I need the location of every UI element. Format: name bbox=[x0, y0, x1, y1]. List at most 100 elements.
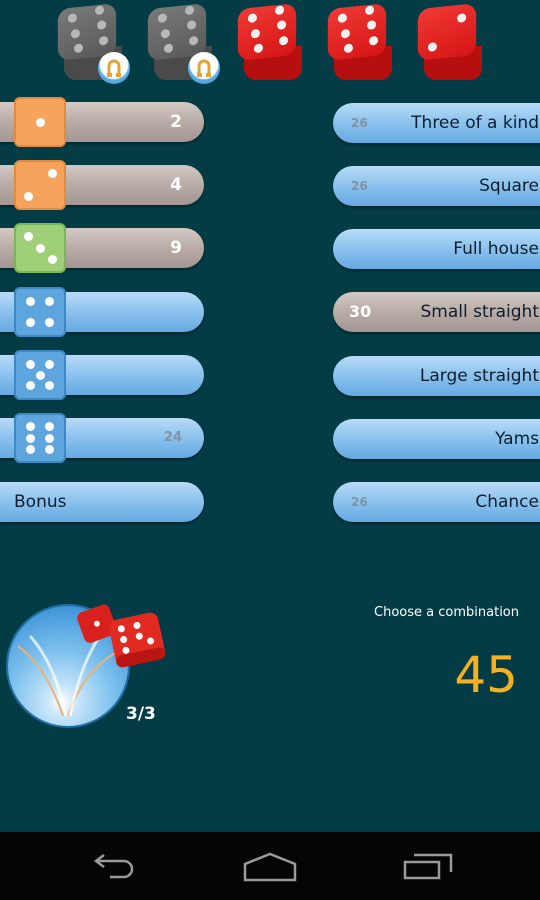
upper-score: 9 bbox=[170, 238, 182, 258]
die-face-4-icon bbox=[14, 287, 66, 337]
combination-label: Small straight bbox=[420, 302, 539, 322]
die-face-5-icon bbox=[14, 350, 66, 400]
pip bbox=[25, 360, 35, 370]
lower-row-small-straight[interactable]: 30 Small straight bbox=[333, 292, 540, 332]
home-button[interactable] bbox=[240, 850, 300, 884]
pip bbox=[45, 445, 55, 455]
pip bbox=[337, 13, 347, 23]
home-icon bbox=[243, 852, 297, 882]
lock-icon bbox=[98, 52, 130, 84]
pip bbox=[365, 5, 375, 15]
die-4[interactable] bbox=[322, 3, 394, 80]
combination-label: Full house bbox=[453, 239, 539, 259]
upper-score: 24 bbox=[163, 430, 182, 445]
lower-row-chance[interactable]: 26 Chance bbox=[333, 482, 540, 522]
combination-label: Chance bbox=[475, 492, 539, 512]
pip bbox=[45, 317, 55, 327]
pip bbox=[25, 445, 35, 455]
pip bbox=[160, 28, 170, 39]
pip bbox=[47, 255, 57, 264]
pip bbox=[340, 28, 350, 39]
pip bbox=[35, 117, 45, 127]
lower-row-three-of-a-kind[interactable]: 26 Three of a kind bbox=[333, 103, 540, 143]
pip bbox=[97, 20, 107, 31]
pip bbox=[163, 43, 173, 54]
lower-row-full-house[interactable]: Full house bbox=[333, 229, 540, 269]
recents-button[interactable] bbox=[398, 850, 458, 884]
pip bbox=[23, 232, 33, 241]
pip bbox=[45, 433, 55, 443]
pip bbox=[343, 43, 353, 54]
roll-count: 3/3 bbox=[126, 704, 156, 724]
upper-row-5[interactable] bbox=[0, 350, 204, 400]
status-message: Choose a combination bbox=[374, 605, 519, 620]
pip bbox=[250, 28, 260, 39]
die-3[interactable] bbox=[232, 3, 304, 80]
die-2[interactable] bbox=[142, 3, 220, 84]
pip bbox=[45, 380, 55, 390]
pip bbox=[25, 297, 35, 307]
upper-row-2[interactable]: 4 bbox=[0, 160, 204, 210]
upper-score: 4 bbox=[170, 175, 182, 195]
pip bbox=[457, 12, 467, 23]
pip bbox=[367, 20, 377, 31]
die-5[interactable] bbox=[412, 3, 484, 80]
total-score: 45 bbox=[454, 646, 518, 704]
pip bbox=[25, 433, 35, 443]
pip bbox=[45, 297, 55, 307]
pip bbox=[253, 43, 263, 54]
die-face-1-icon bbox=[14, 97, 66, 147]
lower-row-square[interactable]: 26 Square bbox=[333, 166, 540, 206]
pip bbox=[187, 20, 197, 31]
fixed-score: 30 bbox=[349, 302, 372, 321]
upper-row-3[interactable]: 9 bbox=[0, 223, 204, 273]
die-face-3-icon bbox=[14, 223, 66, 273]
pip bbox=[23, 192, 33, 201]
pip bbox=[70, 28, 80, 39]
back-button[interactable] bbox=[82, 850, 142, 884]
potential-score: 26 bbox=[351, 116, 368, 130]
combination-label: Yams bbox=[495, 429, 539, 449]
pip bbox=[35, 243, 45, 253]
pip bbox=[98, 35, 108, 46]
pip bbox=[25, 380, 35, 390]
potential-score: 26 bbox=[351, 495, 368, 509]
die-face-2-icon bbox=[14, 160, 66, 210]
pip bbox=[427, 41, 437, 52]
rolling-dice-icon bbox=[77, 604, 166, 668]
pip bbox=[277, 20, 287, 31]
pip bbox=[278, 35, 288, 46]
bonus-label: Bonus bbox=[14, 492, 67, 512]
pip bbox=[247, 13, 257, 23]
lock-icon bbox=[188, 52, 220, 84]
pip bbox=[67, 13, 77, 23]
die-face-6-icon bbox=[14, 413, 66, 463]
pip bbox=[157, 13, 167, 23]
upper-row-1[interactable]: 2 bbox=[0, 97, 204, 147]
dice-tray bbox=[0, 0, 540, 92]
pip bbox=[25, 317, 35, 327]
pip bbox=[35, 370, 45, 380]
upper-score: 2 bbox=[170, 112, 182, 132]
combination-label: Square bbox=[479, 176, 539, 196]
pip bbox=[275, 5, 285, 15]
potential-score: 26 bbox=[351, 179, 368, 193]
pip bbox=[73, 43, 83, 54]
pip bbox=[368, 35, 378, 46]
upper-row-6[interactable]: 24 bbox=[0, 413, 204, 463]
pip bbox=[45, 360, 55, 370]
back-icon bbox=[93, 854, 134, 879]
lower-row-large-straight[interactable]: Large straight bbox=[333, 356, 540, 396]
pip bbox=[188, 35, 198, 46]
pip bbox=[95, 5, 105, 15]
upper-row-4[interactable] bbox=[0, 287, 204, 337]
recents-icon bbox=[403, 853, 453, 880]
pip bbox=[25, 421, 35, 431]
pip bbox=[45, 421, 55, 431]
die-1[interactable] bbox=[52, 3, 130, 84]
lower-row-yams[interactable]: Yams bbox=[333, 419, 540, 459]
system-navbar bbox=[0, 832, 540, 900]
bonus-row: Bonus bbox=[0, 482, 204, 522]
combination-label: Large straight bbox=[419, 366, 539, 386]
combination-label: Three of a kind bbox=[411, 113, 539, 133]
